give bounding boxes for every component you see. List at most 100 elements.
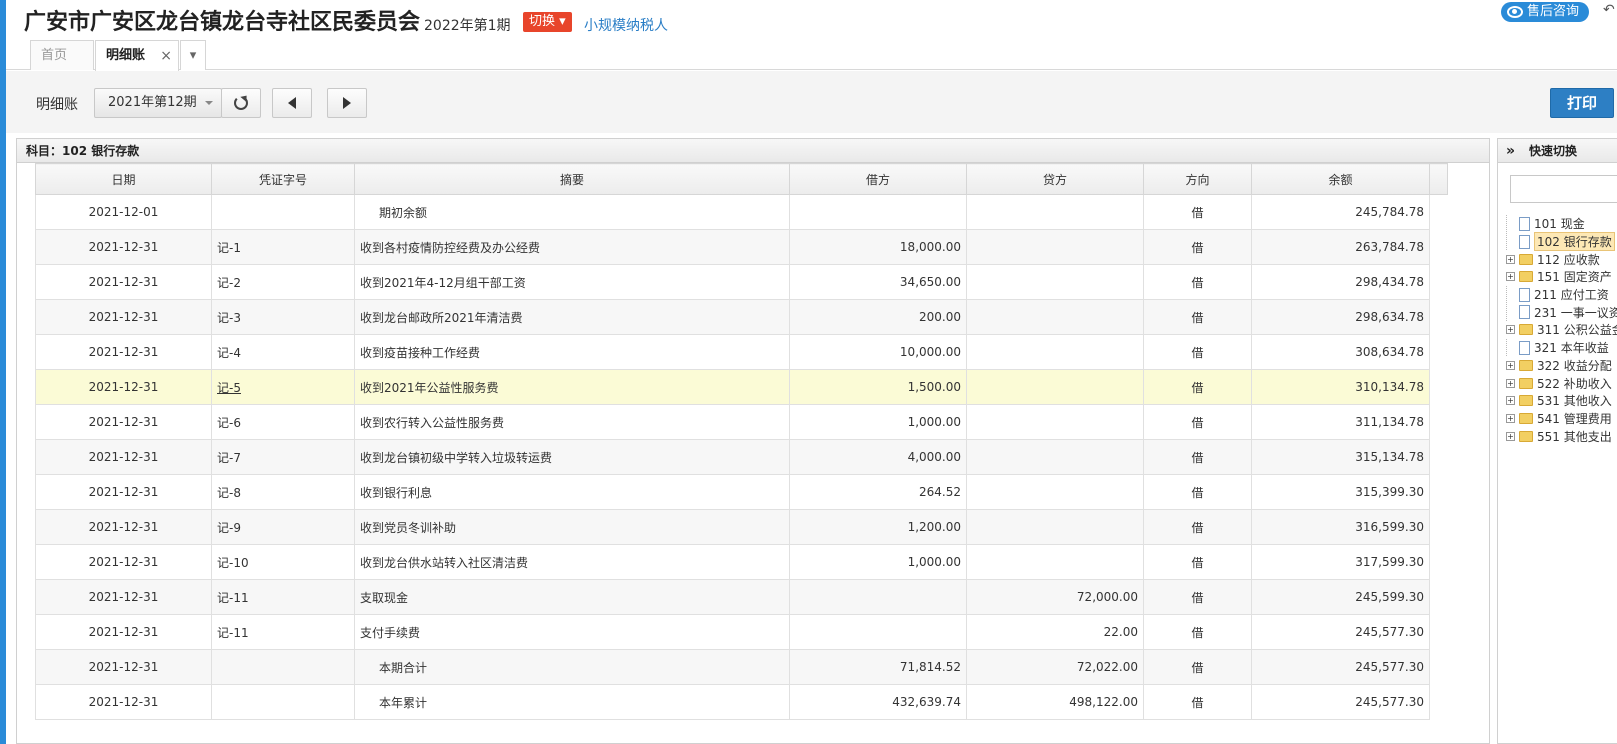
cell-direction: 借 — [1143, 369, 1252, 405]
quick-switch-panel: » 快速切换 101 现金 102 银行存款 +112 应收款 +151 固定资产 211… — [1497, 138, 1617, 744]
scrollbar-spacer — [1429, 649, 1448, 685]
print-button[interactable]: 打印 — [1550, 88, 1614, 118]
table-row[interactable]: 2021-12-31 本年累计 432,639.74 498,122.00 借 245,5… — [35, 684, 1448, 720]
tree-item[interactable]: +112 应收款 — [1506, 250, 1617, 268]
tree-item[interactable]: 101 现金 — [1506, 215, 1617, 233]
double-chevron-right-icon[interactable]: » — [1506, 143, 1515, 159]
document-icon — [1519, 234, 1530, 249]
cell-voucher[interactable]: 记-3 — [211, 299, 355, 335]
tab-menu-button[interactable]: ▾ — [180, 40, 206, 70]
period-select[interactable]: 2021年第12期 — [94, 88, 222, 118]
expand-icon[interactable]: + — [1506, 360, 1515, 370]
column-header-credit[interactable]: 贷方 — [966, 163, 1144, 195]
cell-debit: 18,000.00 — [789, 229, 967, 265]
previous-period-button[interactable] — [272, 88, 312, 118]
table-row[interactable]: 2021-12-31 记-11 支付手续费 22.00 借 245,577.30 — [35, 614, 1448, 650]
table-row[interactable]: 2021-12-31 记-1 收到各村疫情防控经费及办公经费 18,000.00 借 26… — [35, 229, 1448, 265]
document-icon — [1519, 305, 1530, 320]
tree-item[interactable]: 321 本年收益 — [1506, 339, 1617, 357]
cell-summary: 收到各村疫情防控经费及办公经费 — [354, 229, 790, 265]
cell-debit: 1,200.00 — [789, 509, 967, 545]
tree-item[interactable]: +551 其他支出 — [1506, 427, 1617, 445]
tab-ledger[interactable]: 明细账 × — [95, 40, 179, 71]
table-row[interactable]: 2021-12-31 记-9 收到党员冬训补助 1,200.00 借 316,599.30 — [35, 509, 1448, 545]
cell-voucher[interactable]: 记-1 — [211, 229, 355, 265]
tree-item[interactable]: 231 一事一议资金 — [1506, 303, 1617, 321]
taxpayer-type-link[interactable]: 小规模纳税人 — [584, 15, 668, 35]
cell-voucher[interactable]: 记-6 — [211, 404, 355, 440]
table-row[interactable]: 2021-12-31 记-4 收到疫苗接种工作经费 10,000.00 借 308,634… — [35, 334, 1448, 370]
quick-switch-header[interactable]: » 快速切换 — [1498, 139, 1617, 163]
cell-summary: 支付手续费 — [354, 614, 790, 650]
cell-voucher[interactable]: 记-2 — [211, 264, 355, 300]
tree-item[interactable]: 211 应付工资 — [1506, 286, 1617, 304]
cell-voucher — [211, 684, 355, 720]
table-row[interactable]: 2021-12-31 记-3 收到龙台邮政所2021年清洁费 200.00 借 298,6… — [35, 299, 1448, 335]
scrollbar-spacer — [1429, 474, 1448, 510]
expand-icon[interactable]: + — [1506, 325, 1515, 335]
cell-balance: 245,599.30 — [1251, 579, 1430, 615]
cell-debit: 1,000.00 — [789, 404, 967, 440]
tree-item[interactable]: +151 固定资产 — [1506, 268, 1617, 286]
scrollbar-spacer — [1429, 579, 1448, 615]
cell-voucher[interactable]: 记-11 — [211, 579, 355, 615]
column-header-date[interactable]: 日期 — [35, 163, 212, 195]
table-row[interactable]: 2021-12-31 本期合计 71,814.52 72,022.00 借 245,577… — [35, 649, 1448, 685]
scrollbar-spacer — [1429, 404, 1448, 440]
table-row[interactable]: 2021-12-01 期初余额 借 245,784.78 — [35, 194, 1448, 230]
refresh-button[interactable] — [221, 88, 261, 118]
column-header-debit[interactable]: 借方 — [789, 163, 967, 195]
tree-item[interactable]: +531 其他收入 — [1506, 392, 1617, 410]
table-row[interactable]: 2021-12-31 记-8 收到银行利息 264.52 借 315,399.30 — [35, 474, 1448, 510]
next-period-button[interactable] — [327, 88, 367, 118]
column-header-balance[interactable]: 余额 — [1251, 163, 1430, 195]
tree-item[interactable]: +522 补助收入 — [1506, 374, 1617, 392]
column-header-direction[interactable]: 方向 — [1143, 163, 1252, 195]
cell-voucher[interactable]: 记-4 — [211, 334, 355, 370]
tree-item[interactable]: +311 公积公益金 — [1506, 321, 1617, 339]
expand-icon[interactable]: + — [1506, 254, 1515, 264]
tab-home[interactable]: 首页 — [30, 40, 94, 70]
tree-item-label: 321 本年收益 — [1534, 341, 1609, 356]
expand-icon[interactable]: + — [1506, 396, 1515, 406]
cell-voucher[interactable]: 记-10 — [211, 544, 355, 580]
table-row[interactable]: 2021-12-31 记-10 收到龙台供水站转入社区清洁费 1,000.00 借 317… — [35, 544, 1448, 580]
table-row[interactable]: 2021-12-31 记-11 支取现金 72,000.00 借 245,599.30 — [35, 579, 1448, 615]
cell-debit — [789, 579, 967, 615]
folder-icon — [1519, 412, 1533, 424]
cell-credit: 22.00 — [966, 614, 1144, 650]
cell-voucher[interactable]: 记-8 — [211, 474, 355, 510]
switch-period-button[interactable]: 切换 ▾ — [523, 12, 572, 32]
undo-icon[interactable]: ↶ — [1603, 2, 1615, 18]
cell-date: 2021-12-01 — [35, 194, 212, 230]
cell-voucher[interactable]: 记-5 — [211, 369, 355, 405]
ledger-body: 2021-12-01 期初余额借 245,784.78 2021-12-31 记-1 收到… — [35, 194, 1448, 720]
cell-date: 2021-12-31 — [35, 334, 212, 370]
expand-icon[interactable]: + — [1506, 378, 1515, 388]
tree-item[interactable]: +322 收益分配 — [1506, 357, 1617, 375]
cell-debit: 10,000.00 — [789, 334, 967, 370]
table-row[interactable]: 2021-12-31 记-2 收到2021年4-12月组干部工资 34,650.00 借… — [35, 264, 1448, 300]
cell-debit: 1,000.00 — [789, 544, 967, 580]
cell-voucher[interactable]: 记-9 — [211, 509, 355, 545]
cell-balance: 308,634.78 — [1251, 334, 1430, 370]
cell-balance: 245,577.30 — [1251, 614, 1430, 650]
table-row[interactable]: 2021-12-31 记-7 收到龙台镇初级中学转入垃圾转运费 4,000.00 借 31… — [35, 439, 1448, 475]
cell-direction: 借 — [1143, 509, 1252, 545]
expand-icon[interactable]: + — [1506, 413, 1515, 423]
quick-switch-search-input[interactable] — [1510, 175, 1617, 203]
column-header-voucher[interactable]: 凭证字号 — [211, 163, 355, 195]
table-row[interactable]: 2021-12-31 记-6 收到农行转入公益性服务费 1,000.00 借 311,13… — [35, 404, 1448, 440]
column-header-summary[interactable]: 摘要 — [354, 163, 790, 195]
cell-voucher[interactable]: 记-11 — [211, 614, 355, 650]
expand-icon[interactable]: + — [1506, 272, 1515, 282]
after-sales-consult-button[interactable]: 售后咨询 — [1501, 2, 1590, 22]
tree-item[interactable]: 102 银行存款 — [1506, 232, 1617, 252]
app-header: 广安市广安区龙台镇龙台寺社区民委员会 2022年第1期 切换 ▾ 小规模纳税人 … — [6, 0, 1617, 71]
table-row[interactable]: 2021-12-31 记-5 收到2021年公益性服务费 1,500.00 借 310,1… — [35, 369, 1448, 405]
close-icon[interactable]: × — [160, 41, 172, 71]
tree-item[interactable]: +541 管理费用 — [1506, 410, 1617, 428]
cell-voucher[interactable]: 记-7 — [211, 439, 355, 475]
cell-balance: 245,784.78 — [1251, 194, 1430, 230]
expand-icon[interactable]: + — [1506, 431, 1515, 441]
